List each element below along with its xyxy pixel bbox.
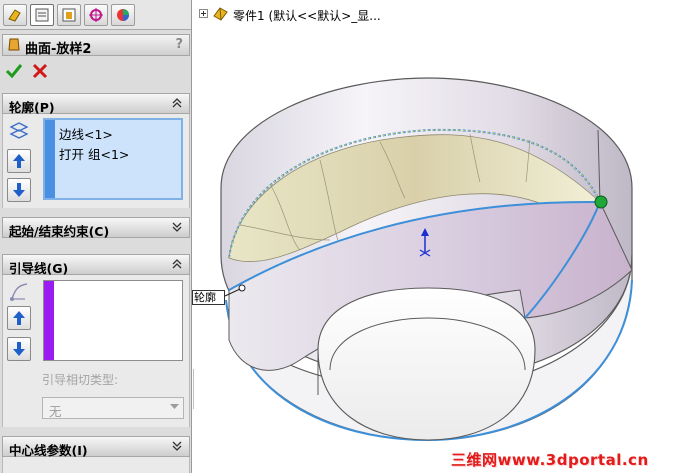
- tree-expand-icon[interactable]: [199, 9, 208, 18]
- graphics-viewport[interactable]: 零件1 (默认<<默认>_显...: [194, 0, 676, 473]
- arrow-down-icon: [13, 342, 25, 356]
- guide-curves-header[interactable]: 引导线(G): [2, 254, 190, 276]
- list-item[interactable]: 打开 组<1>: [59, 144, 129, 163]
- guide-tangency-type-value: 无: [49, 404, 62, 419]
- centerline-params-header[interactable]: 中心线参数(I): [2, 436, 190, 458]
- ok-checkmark-icon[interactable]: [5, 62, 23, 80]
- feature-title: 曲面-放样2: [25, 42, 92, 57]
- start-end-constraints-header[interactable]: 起始/结束约束(C): [2, 217, 190, 239]
- profile-sketch-icon: [9, 122, 29, 139]
- loft-surface-icon: [8, 38, 20, 51]
- display-manager-icon: [117, 9, 129, 21]
- tab-configuration-manager[interactable]: [57, 4, 81, 26]
- profile-callout-label[interactable]: 轮廓: [192, 290, 225, 305]
- property-manager-title-bar: 曲面-放样2 ?: [2, 34, 190, 57]
- guide-curves-selection-list[interactable]: [43, 280, 183, 361]
- loft-surface-model[interactable]: [194, 0, 676, 473]
- collapse-chevron-icon[interactable]: [170, 256, 184, 272]
- guide-color-swatch: [44, 281, 54, 360]
- expand-chevron-icon[interactable]: [170, 219, 184, 235]
- guide-tangency-type-select[interactable]: 无: [42, 397, 184, 419]
- manager-tab-strip: [0, 0, 191, 30]
- part-icon: [213, 7, 228, 21]
- dimxpert-icon: [89, 8, 103, 22]
- tab-property-manager[interactable]: [30, 4, 54, 26]
- arrow-down-icon: [13, 183, 25, 197]
- site-watermark: 三维网www.3dportal.cn: [451, 451, 649, 469]
- guide-curve-icon: [10, 283, 28, 301]
- feature-manager-icon: [8, 9, 21, 22]
- panel-bottom-filler: [2, 457, 190, 473]
- property-manager-icon: [35, 8, 49, 22]
- arrow-up-icon: [13, 311, 25, 325]
- part-name-label: 零件1 (默认<<默认>_显...: [233, 9, 381, 23]
- list-item[interactable]: 边线<1>: [59, 124, 113, 143]
- tab-dimxpert-manager[interactable]: [84, 4, 108, 26]
- configuration-manager-icon: [62, 8, 76, 22]
- profile-color-swatch: [45, 120, 55, 198]
- start-end-constraints-title: 起始/结束约束(C): [9, 224, 110, 239]
- move-down-button[interactable]: [7, 178, 31, 202]
- help-button[interactable]: ?: [175, 37, 183, 52]
- chevron-down-icon: [170, 404, 179, 409]
- collapse-chevron-icon[interactable]: [170, 95, 184, 111]
- expand-chevron-icon[interactable]: [170, 438, 184, 454]
- property-manager-panel: 曲面-放样2 ? 轮廓(P) 边线<1> 打开 组<1> 起始/结束约束(C): [0, 0, 192, 473]
- tab-feature-manager[interactable]: [3, 4, 27, 26]
- guide-move-down-button[interactable]: [7, 337, 31, 361]
- guide-tangency-type-label: 引导相切类型:: [42, 373, 119, 387]
- profile-group-header[interactable]: 轮廓(P): [2, 93, 190, 115]
- arrow-up-icon: [13, 154, 25, 168]
- guide-move-up-button[interactable]: [7, 306, 31, 330]
- profile-selection-list[interactable]: 边线<1> 打开 组<1>: [43, 118, 183, 200]
- tab-display-manager[interactable]: [111, 4, 135, 26]
- move-up-button[interactable]: [7, 149, 31, 173]
- cancel-close-icon[interactable]: [31, 62, 49, 80]
